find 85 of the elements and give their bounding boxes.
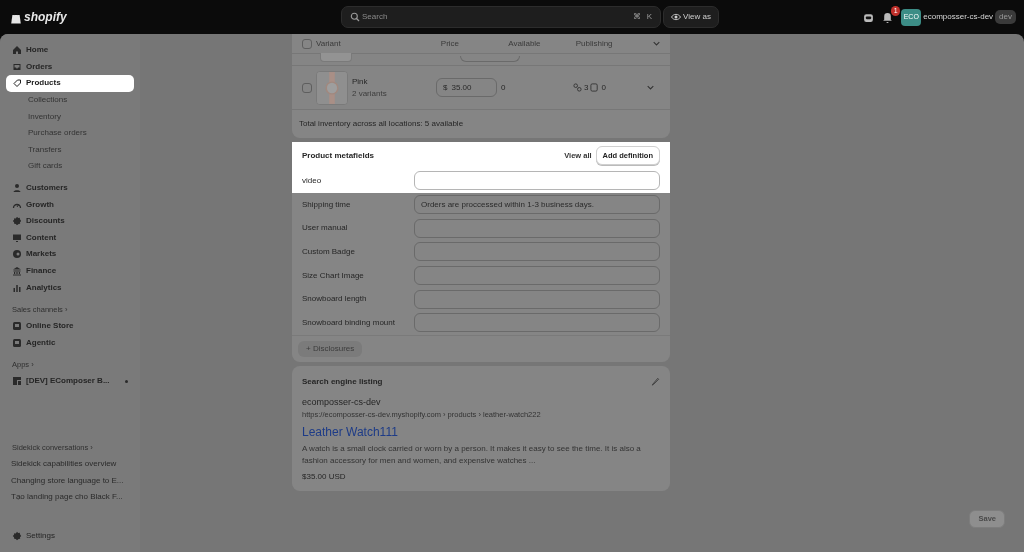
markets-icon	[573, 83, 582, 92]
app-icon	[12, 376, 22, 387]
home-icon	[12, 45, 22, 56]
column-header: Publishing	[575, 37, 614, 50]
select-all-checkbox[interactable]	[302, 38, 312, 49]
seo-title[interactable]: Leather Watch111	[302, 422, 660, 441]
store-badge: dev	[995, 10, 1016, 24]
bar-chart-icon	[12, 282, 22, 293]
available-count: 0	[501, 81, 507, 94]
currency-symbol: $	[443, 81, 448, 94]
search-input[interactable]: Search	[362, 11, 627, 23]
search-icon	[350, 12, 361, 22]
chevron-down-icon	[653, 40, 660, 47]
nav-item[interactable]: Agentic	[6, 334, 134, 352]
inventory-total: Total inventory across all locations: 5 available	[298, 118, 465, 130]
field-label: Snowboard binding mount	[302, 316, 396, 329]
section-title: Product metafields	[302, 149, 375, 162]
nav-item[interactable]: Home	[6, 42, 134, 59]
metafield-input[interactable]	[414, 242, 660, 262]
field-label: Snowboard length	[302, 293, 368, 306]
bank-icon	[12, 266, 22, 276]
shortcut-key: K	[646, 11, 653, 23]
store-icon	[12, 337, 22, 348]
nav-item[interactable]: Content	[6, 229, 134, 247]
conversation-item[interactable]: Tạo landing page cho Black F...	[6, 488, 134, 506]
nav-item[interactable]: Orders	[6, 58, 134, 76]
column-header: Variant	[315, 37, 342, 50]
metafield-input[interactable]	[414, 171, 660, 191]
monitor-icon	[12, 232, 22, 243]
seo-store-name: ecomposser-cs-dev	[302, 395, 382, 409]
section-title: Search engine listing	[302, 375, 384, 388]
bell-icon	[882, 11, 894, 23]
nav-item[interactable]: Customers	[6, 179, 134, 197]
dot-icon	[125, 379, 128, 383]
field-label: User manual	[302, 222, 349, 235]
metafield-input[interactable]	[414, 289, 660, 309]
conversation-item[interactable]: Changing store language to E...	[6, 472, 134, 489]
field-label: video	[302, 174, 323, 187]
conversation-item[interactable]: Sidekick capabilities overview	[6, 455, 134, 473]
store-icon	[12, 321, 22, 332]
price-field[interactable]: $ 35.00	[436, 78, 497, 97]
nav-item[interactable]: Growth	[6, 196, 134, 213]
nav-subitem[interactable]: Transfers	[6, 141, 134, 159]
field-label: Shipping time	[302, 198, 352, 211]
edit-icon	[651, 377, 660, 387]
catalogs-count: 0	[601, 81, 606, 94]
price-value: 35.00	[451, 81, 472, 94]
view-as-button[interactable]: View as	[663, 6, 719, 28]
nav-subitem[interactable]: Inventory	[6, 108, 134, 125]
chevron-down-icon	[647, 84, 654, 91]
field-label: Custom Badge	[302, 245, 356, 258]
metafield-input[interactable]	[414, 218, 660, 238]
nav-item[interactable]: Online Store	[6, 317, 134, 335]
markets-count: 3	[584, 81, 589, 94]
nav-item[interactable]: Discounts	[6, 212, 134, 230]
nav-item[interactable]: Markets	[6, 246, 134, 263]
nav-subitem[interactable]: Purchase orders	[6, 124, 134, 142]
logo: shopify	[24, 9, 67, 26]
view-as-label: View as	[683, 11, 711, 23]
field-label: Size Chart Image	[302, 269, 365, 282]
nav-item[interactable]: Analytics	[6, 279, 134, 296]
seo-price: $35.00 USD	[302, 471, 347, 484]
tag-icon	[12, 78, 22, 89]
catalog-icon	[590, 83, 600, 92]
price-field[interactable]	[460, 56, 520, 62]
column-header: Price	[440, 37, 461, 50]
person-icon	[12, 183, 22, 194]
settings-icon	[12, 530, 22, 541]
metafield-input[interactable]	[414, 266, 660, 286]
search-field[interactable]: Search ⌘ K	[341, 6, 662, 28]
nav-item[interactable]: Products	[6, 75, 134, 92]
badge-icon	[12, 216, 22, 227]
store-name: ecomposser-cs-dev	[923, 11, 994, 23]
metafield-input[interactable]	[414, 313, 660, 333]
nav-item[interactable]: Settings	[6, 527, 134, 544]
shortcut-key: ⌘	[632, 11, 641, 23]
nav-subitem[interactable]: Collections	[6, 91, 134, 109]
eye-icon	[671, 12, 682, 22]
nav-item[interactable]: Finance	[6, 262, 134, 280]
nav-item[interactable]: [DEV] EComposer B...	[6, 373, 134, 390]
row-checkbox[interactable]	[302, 82, 312, 93]
variant-name: Pink	[352, 75, 369, 88]
inbox-icon	[12, 61, 22, 72]
column-header: Available	[508, 37, 542, 50]
metafield-input[interactable]: Orders are proccessed within 1-3 business days.	[414, 195, 660, 215]
